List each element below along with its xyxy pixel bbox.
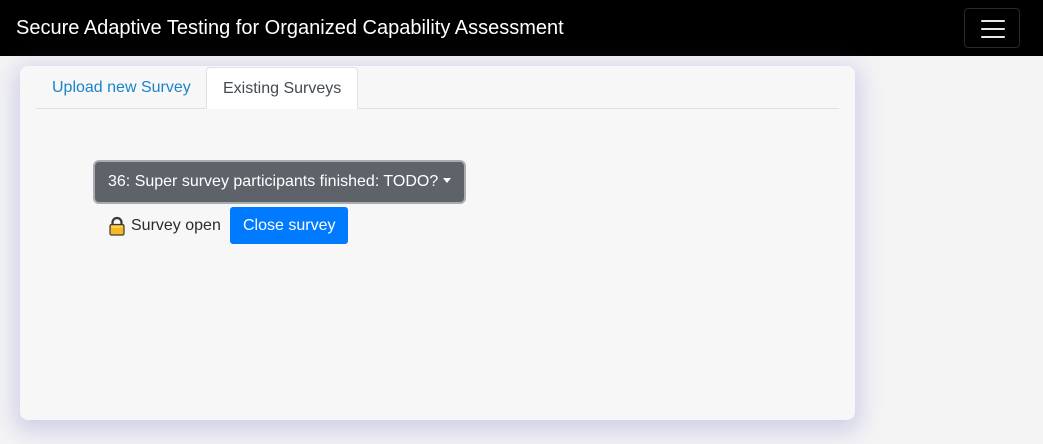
survey-status-label: Survey open [131, 217, 221, 234]
survey-card: Upload new Survey Existing Surveys 36: S… [20, 66, 855, 420]
brand-title[interactable]: Secure Adaptive Testing for Organized Ca… [16, 16, 564, 40]
close-survey-button[interactable]: Close survey [230, 207, 349, 244]
tab-upload-new-survey[interactable]: Upload new Survey [36, 67, 207, 109]
survey-status: Survey open [109, 215, 221, 237]
tab-existing-surveys[interactable]: Existing Surveys [206, 67, 359, 109]
survey-select-dropdown[interactable]: 36: Super survey participants finished: … [95, 162, 465, 202]
survey-select-label: 36: Super survey participants finished: … [108, 173, 439, 190]
caret-down-icon [443, 178, 452, 183]
hamburger-menu-icon [981, 20, 1005, 22]
tab-bar: Upload new Survey Existing Surveys [36, 66, 839, 109]
lock-icon [109, 216, 125, 236]
navbar-toggle-button[interactable] [964, 8, 1020, 48]
navbar: Secure Adaptive Testing for Organized Ca… [0, 0, 1043, 56]
